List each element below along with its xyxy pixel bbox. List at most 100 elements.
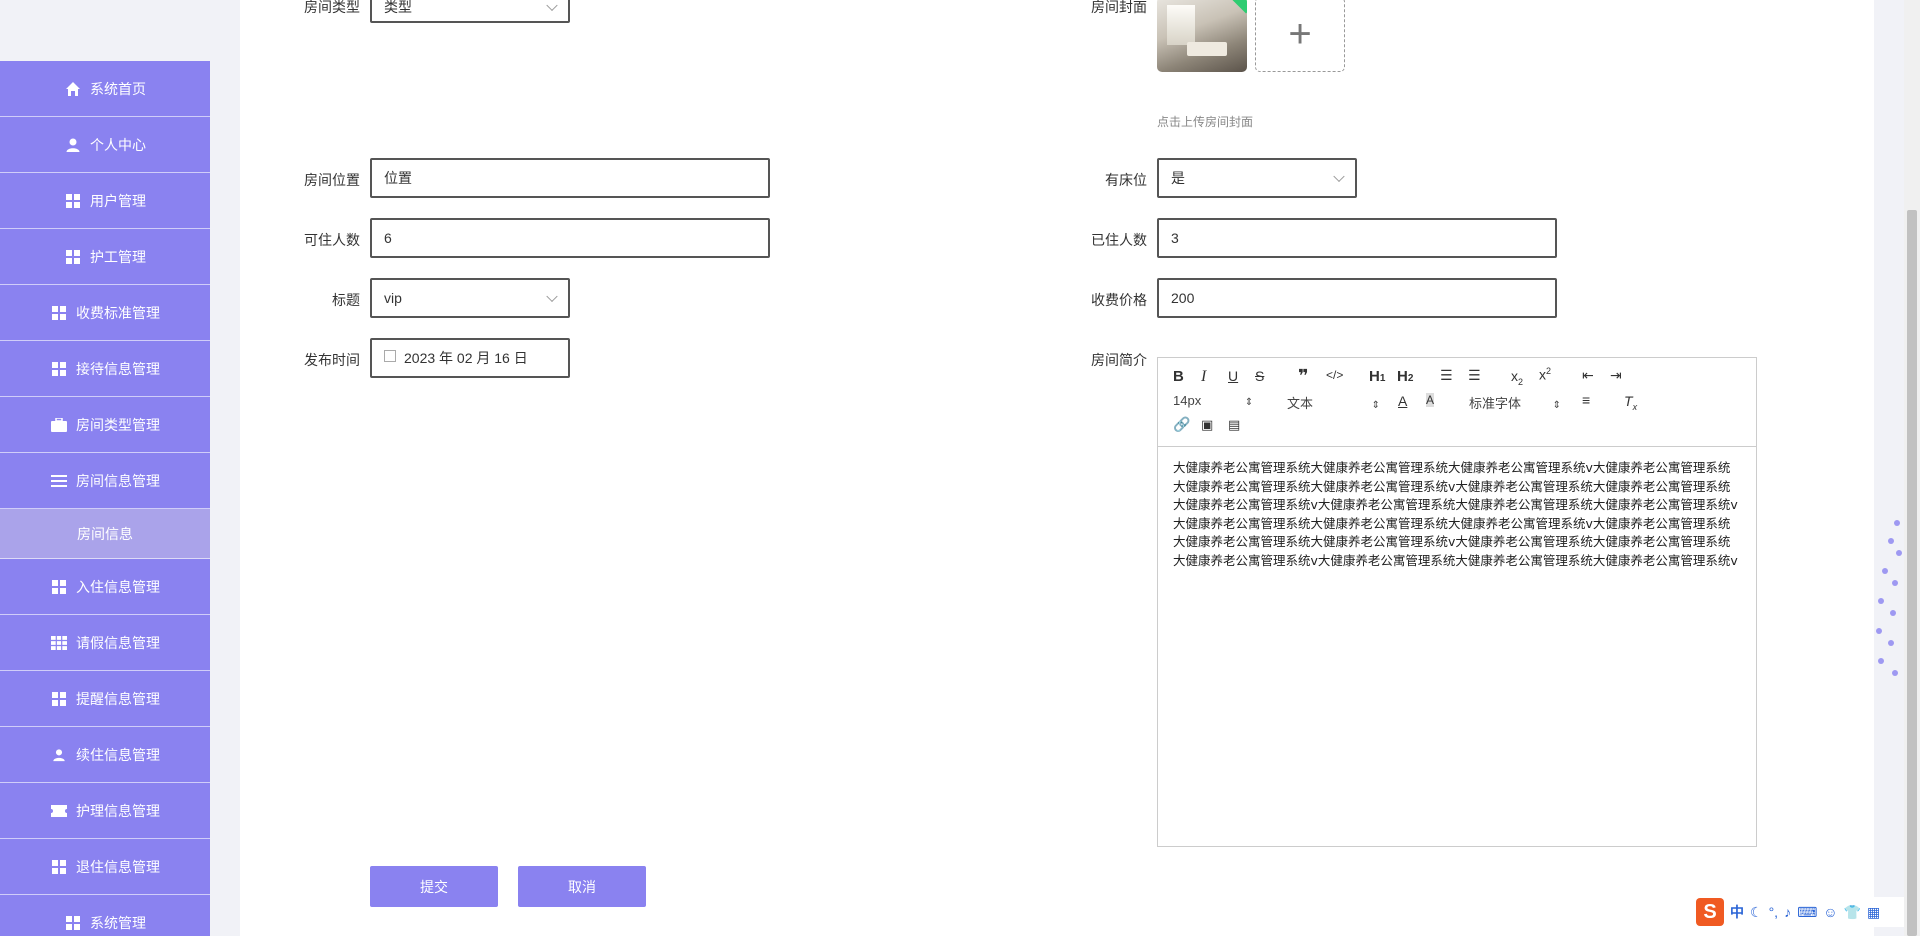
- sidebar-item-checkin[interactable]: 入住信息管理: [0, 559, 210, 615]
- ime-mode[interactable]: 中: [1730, 902, 1744, 922]
- chevron-down-icon: [546, 0, 558, 11]
- bullet-list-icon[interactable]: ☰: [1468, 367, 1481, 384]
- price-input[interactable]: 200: [1157, 278, 1557, 318]
- sidebar-item-reminders[interactable]: 提醒信息管理: [0, 671, 210, 727]
- clear-format-icon[interactable]: Tx: [1624, 393, 1637, 412]
- sogou-logo-icon[interactable]: S: [1696, 898, 1724, 926]
- room-cover-label: 房间封面: [1091, 0, 1147, 15]
- bg-color-icon[interactable]: A: [1426, 393, 1435, 407]
- cover-bed: [1187, 42, 1227, 56]
- sidebar-subitem-label: 房间信息: [77, 525, 133, 542]
- sidebar-item-checkout[interactable]: 退住信息管理: [0, 839, 210, 895]
- has-bed-value: 是: [1171, 170, 1185, 186]
- sidebar-item-room-info[interactable]: 房间信息管理: [0, 453, 210, 509]
- publish-date-input[interactable]: 2023 年 02 月 16 日: [370, 338, 570, 378]
- code-icon[interactable]: </>: [1326, 368, 1343, 382]
- keyboard-icon[interactable]: ⌨: [1797, 904, 1817, 921]
- has-bed-select[interactable]: 是: [1157, 158, 1357, 198]
- sidebar-item-label: 房间信息管理: [76, 472, 160, 489]
- link-icon[interactable]: 🔗: [1173, 416, 1190, 433]
- sidebar-item-nursing[interactable]: 护理信息管理: [0, 783, 210, 839]
- occupied-label: 已住人数: [1091, 232, 1147, 248]
- video-icon[interactable]: ▤: [1228, 417, 1240, 433]
- title-select[interactable]: vip: [370, 278, 570, 318]
- scrollbar-thumb[interactable]: [1907, 210, 1917, 936]
- sidebar-item-profile[interactable]: 个人中心: [0, 117, 210, 173]
- sidebar-item-caregivers[interactable]: 护工管理: [0, 229, 210, 285]
- align-icon[interactable]: ≡: [1582, 392, 1590, 408]
- ordered-list-icon[interactable]: ☰: [1440, 367, 1453, 384]
- table-icon: [50, 634, 68, 652]
- sidebar-item-home[interactable]: 系统首页: [0, 61, 210, 117]
- uploaded-badge-icon: [1230, 0, 1247, 14]
- updown-icon: ⇕: [1371, 400, 1381, 411]
- underline-icon[interactable]: U: [1228, 368, 1238, 384]
- user-icon[interactable]: ☺: [1823, 904, 1837, 920]
- grid-icon: [50, 360, 68, 378]
- upload-cover-button[interactable]: +: [1255, 0, 1345, 72]
- sidebar-subitem-room-info[interactable]: 房间信息: [0, 509, 210, 559]
- grid-icon: [64, 914, 82, 932]
- punctuation-icon[interactable]: °,: [1769, 904, 1779, 920]
- voice-icon[interactable]: ♪: [1784, 904, 1791, 920]
- image-icon[interactable]: ▣: [1201, 417, 1213, 433]
- font-size-value: 14px: [1173, 393, 1202, 408]
- grid-icon: [50, 304, 68, 322]
- subscript-icon[interactable]: x2: [1511, 368, 1523, 387]
- superscript-icon[interactable]: x2: [1539, 366, 1551, 383]
- font-family-select[interactable]: 标准字体 ⇕: [1469, 393, 1561, 412]
- menu-icon: [50, 472, 68, 490]
- submit-button[interactable]: 提交: [370, 866, 498, 907]
- editor-toolbar: B I U S ❞ </> H1 H2 ☰ ☰ x2 x2 ⇤ ⇥ 14px ⇕…: [1158, 358, 1756, 447]
- sidebar-item-label: 用户管理: [90, 192, 146, 209]
- strike-icon[interactable]: S: [1255, 368, 1264, 384]
- moon-icon[interactable]: ☾: [1750, 904, 1763, 921]
- sidebar-item-label: 请假信息管理: [76, 634, 160, 651]
- page-scrollbar[interactable]: [1904, 0, 1920, 936]
- ticket-icon: [50, 802, 68, 820]
- room-cover-image[interactable]: [1157, 0, 1247, 72]
- sidebar-item-leave[interactable]: 请假信息管理: [0, 615, 210, 671]
- sidebar-item-room-types[interactable]: 房间类型管理: [0, 397, 210, 453]
- intro-content[interactable]: 大健康养老公寓管理系统大健康养老公寓管理系统大健康养老公寓管理系统v大健康养老公…: [1158, 447, 1756, 582]
- capacity-value: 6: [384, 230, 392, 246]
- italic-icon[interactable]: I: [1201, 368, 1206, 386]
- sidebar-item-users[interactable]: 用户管理: [0, 173, 210, 229]
- location-input[interactable]: 位置: [370, 158, 770, 198]
- block-type-select[interactable]: 文本 ⇕: [1287, 393, 1380, 412]
- user-icon: [64, 136, 82, 154]
- h2-icon[interactable]: H2: [1397, 368, 1413, 385]
- publish-date-value: 2023 年 02 月 16 日: [404, 350, 528, 366]
- sidebar-item-reception[interactable]: 接待信息管理: [0, 341, 210, 397]
- sidebar-item-label: 收费标准管理: [76, 304, 160, 321]
- grid-icon[interactable]: ▦: [1867, 904, 1880, 921]
- skin-icon[interactable]: 👕: [1844, 904, 1861, 921]
- sidebar-item-fees[interactable]: 收费标准管理: [0, 285, 210, 341]
- cover-hint: 点击上传房间封面: [1157, 115, 1254, 129]
- decorative-dots: [1872, 510, 1902, 690]
- h1-icon[interactable]: H1: [1369, 368, 1385, 385]
- blockquote-icon[interactable]: ❞: [1298, 366, 1309, 387]
- intro-editor[interactable]: B I U S ❞ </> H1 H2 ☰ ☰ x2 x2 ⇤ ⇥ 14px ⇕…: [1157, 357, 1757, 847]
- sidebar-item-system[interactable]: 系统管理: [0, 895, 210, 936]
- indent-icon[interactable]: ⇥: [1610, 367, 1622, 384]
- cancel-button[interactable]: 取消: [518, 866, 646, 907]
- font-size-select[interactable]: 14px ⇕: [1173, 393, 1253, 408]
- font-family-value: 标准字体: [1469, 396, 1522, 411]
- bold-icon[interactable]: B: [1173, 368, 1184, 385]
- sidebar-item-label: 系统管理: [90, 914, 146, 931]
- capacity-input[interactable]: 6: [370, 218, 770, 258]
- grid-icon: [50, 578, 68, 596]
- font-color-icon[interactable]: A: [1398, 393, 1407, 409]
- occupied-input[interactable]: 3: [1157, 218, 1557, 258]
- room-type-select[interactable]: 类型: [370, 0, 570, 23]
- price-label: 收费价格: [1091, 292, 1147, 308]
- calendar-icon: [384, 350, 396, 362]
- has-bed-label: 有床位: [1105, 172, 1147, 188]
- block-type-value: 文本: [1287, 396, 1314, 411]
- room-type-label: 房间类型: [304, 0, 360, 15]
- outdent-icon[interactable]: ⇤: [1582, 367, 1594, 384]
- briefcase-icon: [50, 416, 68, 434]
- grid-icon: [64, 192, 82, 210]
- sidebar-item-extend-stay[interactable]: 续住信息管理: [0, 727, 210, 783]
